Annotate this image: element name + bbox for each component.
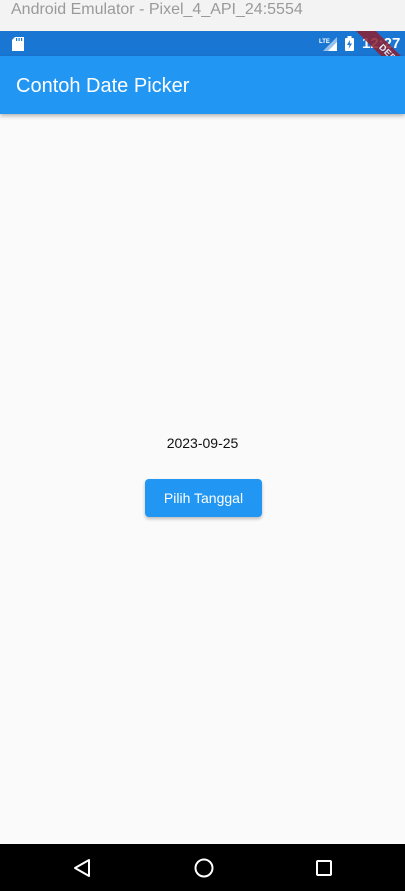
lte-label: LTE (319, 39, 330, 45)
back-icon[interactable] (72, 858, 92, 878)
selected-date-text: 2023-09-25 (166, 435, 239, 451)
sd-card-icon (12, 37, 24, 51)
pick-date-button[interactable]: Pilih Tanggal (145, 479, 262, 517)
app-bar-title: Contoh Date Picker (16, 75, 190, 97)
home-icon[interactable] (193, 857, 215, 879)
navigation-bar (0, 844, 405, 891)
emulator-window-titlebar: Android Emulator - Pixel_4_API_24:5554 (0, 0, 405, 31)
recents-icon[interactable] (315, 859, 333, 877)
window-title: Android Emulator - Pixel_4_API_24:5554 (11, 1, 303, 18)
app-bar: Contoh Date Picker (0, 56, 405, 114)
